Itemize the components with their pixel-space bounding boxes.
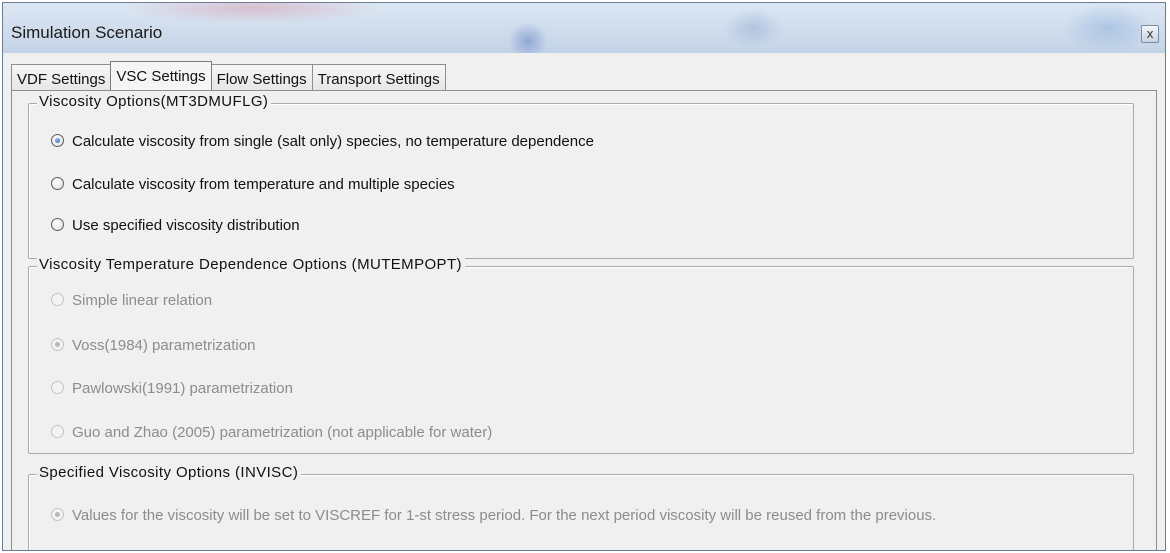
radio-option-single-species[interactable]: Calculate viscosity from single (salt on… [51, 133, 594, 155]
tab-strip: VDF Settings VSC Settings Flow Settings Tra… [11, 60, 446, 94]
title-bar[interactable]: Simulation Scenario x [3, 3, 1165, 53]
title-bar-background-blur [123, 3, 383, 23]
temperature-dependence-group: Viscosity Temperature Dependence Options… [28, 256, 1134, 454]
radio-button-selected[interactable] [51, 134, 64, 148]
simulation-scenario-dialog: Simulation Scenario x VDF Settings VSC Se… [2, 2, 1166, 551]
radio-button-disabled [51, 293, 64, 307]
vsc-settings-panel: Viscosity Options(MT3DMUFLG) Calculate v… [11, 90, 1157, 550]
option-label: Values for the viscosity will be set to … [72, 507, 937, 525]
group-title: Viscosity Temperature Dependence Options… [37, 256, 465, 273]
group-title: Specified Viscosity Options (INVISC) [37, 464, 302, 481]
window-title: Simulation Scenario [11, 23, 163, 42]
option-label: Simple linear relation [72, 292, 213, 310]
radio-button-disabled [51, 425, 64, 439]
option-label: Pawlowski(1991) parametrization [72, 380, 293, 398]
radio-option-simple-linear: Simple linear relation [51, 292, 212, 314]
option-label: Calculate viscosity from temperature and… [72, 176, 455, 194]
radio-option-guo-zhao-2005: Guo and Zhao (2005) parametrization (not… [51, 424, 492, 446]
option-label: Calculate viscosity from single (salt on… [72, 133, 594, 151]
title-bar-background-blur [508, 21, 548, 53]
radio-button[interactable] [51, 218, 64, 232]
radio-button-disabled-selected [51, 508, 64, 522]
radio-option-specified-distribution[interactable]: Use specified viscosity distribution [51, 217, 300, 239]
radio-option-voss-1984: Voss(1984) parametrization [51, 337, 255, 359]
group-title: Viscosity Options(MT3DMUFLG) [37, 93, 272, 110]
viscosity-options-group: Viscosity Options(MT3DMUFLG) Calculate v… [28, 93, 1134, 259]
tab-flow-settings[interactable]: Flow Settings [210, 64, 313, 93]
title-bar-background-blur [1063, 3, 1153, 53]
radio-button[interactable] [51, 177, 64, 191]
close-button[interactable]: x [1141, 25, 1159, 43]
option-label: Guo and Zhao (2005) parametrization (not… [72, 424, 493, 442]
radio-option-viscref: Values for the viscosity will be set to … [51, 507, 936, 529]
option-label: Use specified viscosity distribution [72, 217, 300, 235]
title-bar-background-blur [723, 8, 783, 48]
tab-vdf-settings[interactable]: VDF Settings [11, 64, 112, 93]
radio-option-pawlowski-1991: Pawlowski(1991) parametrization [51, 380, 293, 402]
close-icon: x [1146, 27, 1154, 41]
radio-button-disabled-selected [51, 338, 64, 352]
radio-option-temperature-multiple-species[interactable]: Calculate viscosity from temperature and… [51, 176, 455, 198]
radio-button-disabled [51, 381, 64, 395]
option-label: Voss(1984) parametrization [72, 337, 256, 355]
specified-viscosity-group: Specified Viscosity Options (INVISC) Val… [28, 464, 1134, 550]
tab-transport-settings[interactable]: Transport Settings [311, 64, 446, 93]
